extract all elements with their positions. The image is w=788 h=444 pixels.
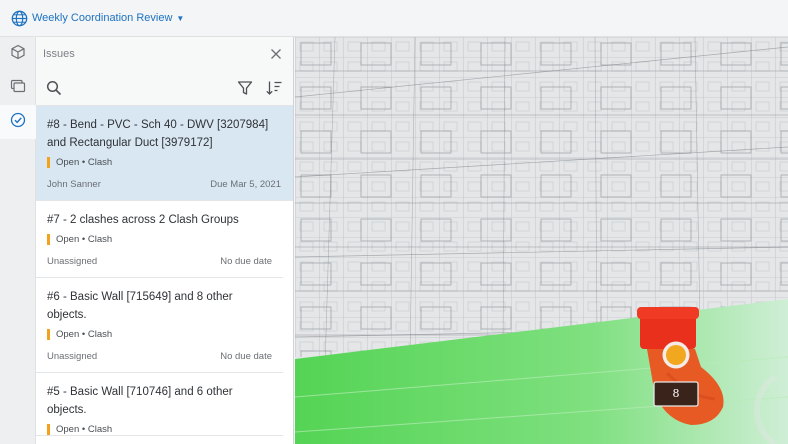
issue-title: #5 - Basic Wall [710746] and 6 other obj… — [47, 386, 233, 416]
issue-title: #6 - Basic Wall [715649] and 8 other obj… — [47, 291, 233, 321]
panel-title: Issues — [43, 47, 75, 60]
project-selector[interactable]: Weekly Coordination Review — [32, 12, 172, 24]
issue-meta: Unassigned No due date — [47, 351, 272, 372]
status-indicator — [47, 234, 50, 245]
top-bar: Weekly Coordination Review ▼ — [0, 0, 788, 37]
issue-pin-label: 8 — [672, 387, 680, 400]
globe-icon — [11, 10, 28, 27]
issue-title: #7 - 2 clashes across 2 Clash Groups — [47, 214, 239, 226]
issue-item[interactable]: #5 - Basic Wall [710746] and 6 other obj… — [36, 373, 283, 436]
issue-status: Open • Clash — [47, 329, 272, 340]
search-icon[interactable] — [45, 79, 63, 97]
issue-meta: Unassigned No due date — [47, 256, 272, 277]
issue-status-text: Open • Clash — [56, 329, 113, 340]
chevron-down-icon[interactable]: ▼ — [176, 14, 184, 23]
issue-item[interactable]: #7 - 2 clashes across 2 Clash Groups Ope… — [36, 201, 283, 278]
model-scene — [295, 37, 788, 444]
issue-item[interactable]: #6 - Basic Wall [715649] and 8 other obj… — [36, 278, 283, 373]
status-indicator — [47, 157, 50, 168]
issue-status: Open • Clash — [47, 424, 272, 435]
issue-assignee: Unassigned — [47, 351, 98, 362]
issue-title: #8 - Bend - PVC - Sch 40 - DWV [3207984]… — [47, 119, 269, 149]
issue-assignee: John Sanner — [47, 179, 101, 190]
issue-item[interactable]: #8 - Bend - PVC - Sch 40 - DWV [3207984]… — [36, 106, 293, 201]
close-icon[interactable] — [270, 48, 282, 60]
model-viewport[interactable]: 8 — [295, 37, 788, 444]
check-circle-icon — [10, 112, 26, 133]
panel-header: Issues — [36, 37, 293, 70]
issue-status-text: Open • Clash — [56, 157, 113, 168]
issue-assignee: Unassigned — [47, 256, 98, 267]
status-indicator — [47, 424, 50, 435]
issue-due-date: No due date — [220, 351, 272, 362]
issue-status: Open • Clash — [47, 234, 272, 245]
model-browser-button[interactable] — [0, 37, 36, 71]
views-icon — [10, 78, 26, 99]
issues-toolbar — [36, 70, 293, 106]
filter-icon[interactable] — [236, 79, 254, 97]
issue-status-text: Open • Clash — [56, 424, 113, 435]
cube-icon — [10, 44, 26, 65]
issue-due-date: No due date — [220, 256, 272, 267]
issues-panel: Issues #8 - Bend - PVC - Sch 40 - DWV [3… — [36, 37, 294, 444]
sort-icon[interactable] — [265, 79, 283, 97]
status-indicator — [47, 329, 50, 340]
issue-due-date: Due Mar 5, 2021 — [210, 179, 281, 190]
issue-meta: John Sanner Due Mar 5, 2021 — [47, 179, 281, 200]
issues-button[interactable] — [0, 105, 36, 139]
left-tool-rail — [0, 37, 36, 444]
issue-status: Open • Clash — [47, 157, 281, 168]
sheets-button[interactable] — [0, 71, 36, 105]
issue-status-text: Open • Clash — [56, 234, 113, 245]
